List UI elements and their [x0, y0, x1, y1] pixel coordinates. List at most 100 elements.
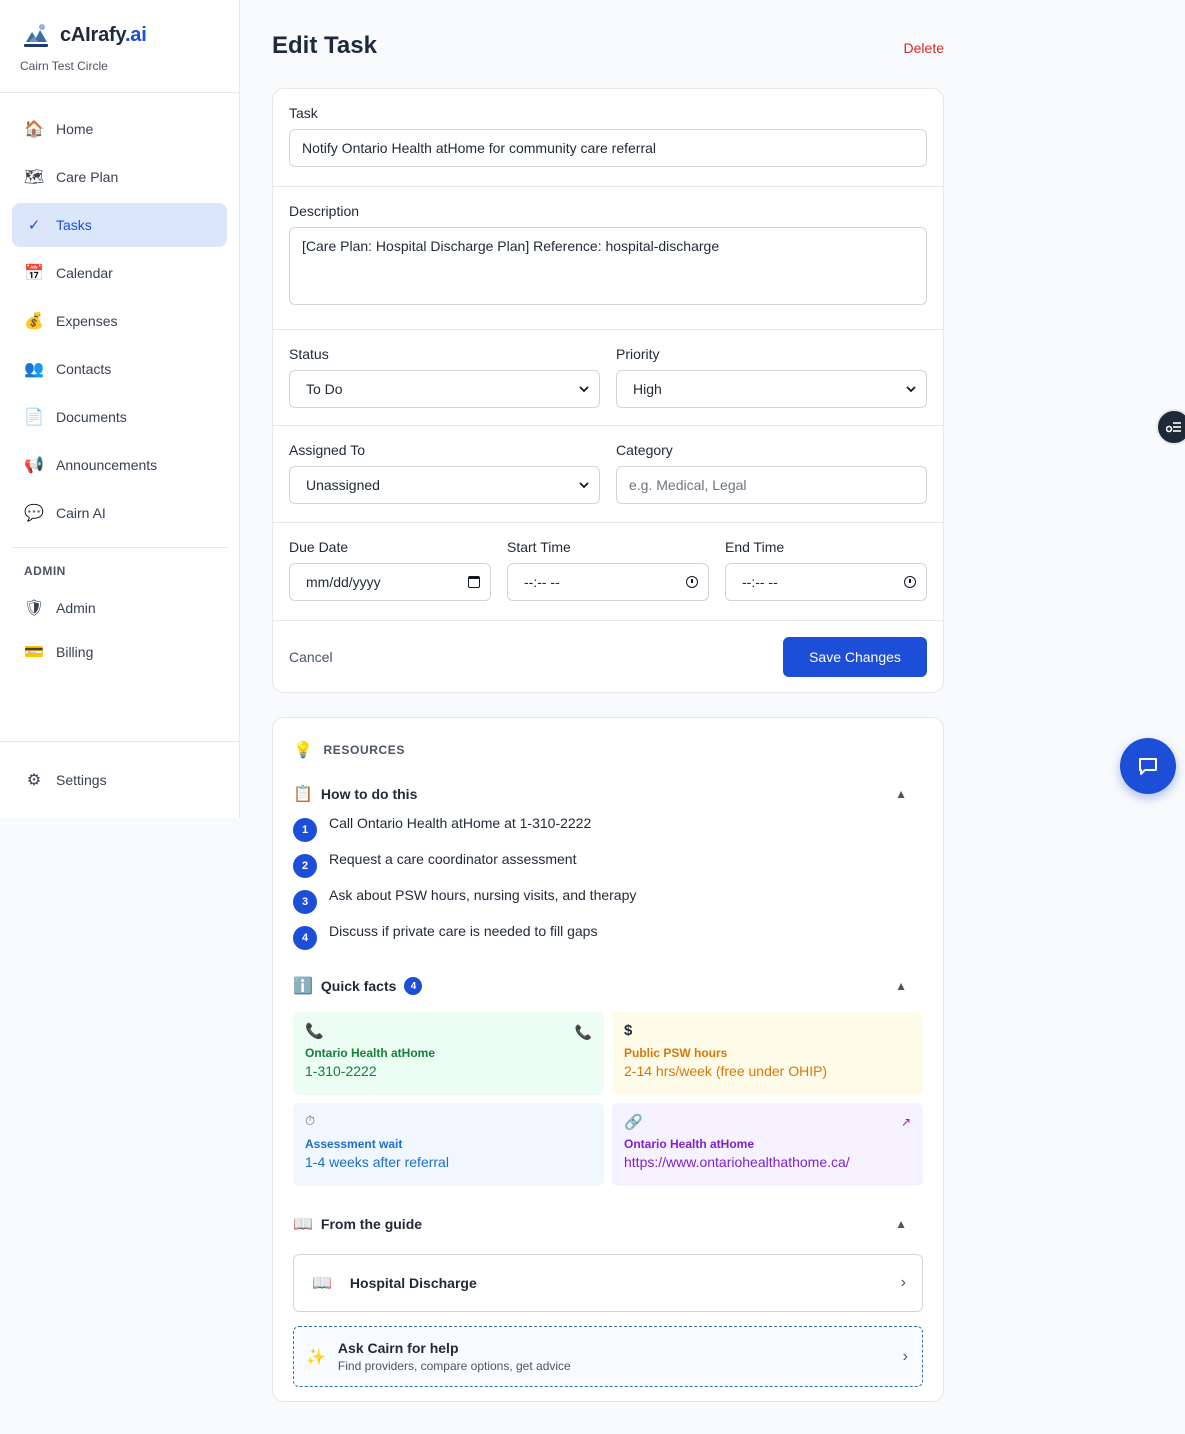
clock-icon[interactable] [686, 576, 698, 588]
step-item: 3 Ask about PSW hours, nursing visits, a… [293, 887, 923, 914]
guide-header[interactable]: 📖 From the guide ▲ [293, 1214, 923, 1234]
step-number: 4 [293, 926, 317, 950]
due-date-input[interactable]: mm/dd/yyyy [289, 563, 491, 601]
status-select[interactable]: To Do [289, 370, 600, 408]
fact-card: ⏱ Assessment wait 1-4 weeks after referr… [293, 1103, 604, 1186]
date-time-row: Due Date mm/dd/yyyy Start Time --:-- -- … [273, 523, 943, 621]
sidebar-item-calendar[interactable]: 📅 Calendar [12, 251, 227, 295]
priority-label: Priority [616, 346, 660, 362]
step-item: 2 Request a care coordinator assessment [293, 851, 923, 878]
ask-cairn-button[interactable]: ✨ Ask Cairn for help Find providers, com… [293, 1326, 923, 1387]
sidebar-item-cairn-ai[interactable]: 💬 Cairn AI [12, 491, 227, 535]
sidebar-item-settings[interactable]: ⚙ Settings [12, 758, 227, 802]
lightbulb-icon: 💡 [293, 742, 314, 759]
sidebar-item-admin[interactable]: 🛡 Admin [12, 586, 227, 630]
end-time-input[interactable]: --:-- -- [725, 563, 927, 601]
fact-card: $ Public PSW hours 2-14 hrs/week (free u… [612, 1012, 923, 1095]
fact-card: 📞 📞 Ontario Health atHome 1-310-2222 [293, 1012, 604, 1095]
step-item: 1 Call Ontario Health atHome at 1-310-22… [293, 815, 923, 842]
chevron-right-icon: › [900, 1274, 906, 1291]
link-icon: 🔗 [624, 1114, 643, 1131]
calendar-icon: 📅 [24, 265, 44, 282]
check-icon: ✓ [27, 217, 41, 234]
assigned-select[interactable]: Unassigned [289, 466, 600, 504]
sidebar: cAIrafy.ai Cairn Test Circle 🏠 Home 🗺 Care… [0, 0, 240, 818]
quick-facts-header[interactable]: ℹ️ Quick facts 4 ▲ [293, 976, 923, 996]
phone-link[interactable]: 1-310-2222 [305, 1063, 592, 1079]
description-label: Description [289, 203, 360, 219]
admin-nav: 🛡 Admin 💳 Billing [0, 586, 239, 674]
save-changes-button[interactable]: Save Changes [783, 637, 927, 677]
collapse-caret-icon[interactable]: ▲ [895, 1217, 907, 1231]
sidebar-item-announcements[interactable]: 📢 Announcements [12, 443, 227, 487]
calendar-icon[interactable] [468, 576, 480, 588]
shield-icon: 🛡 [23, 600, 45, 617]
accessibility-toggle-button[interactable] [1156, 409, 1185, 445]
chevron-down-icon [579, 482, 589, 489]
step-item: 4 Discuss if private care is needed to f… [293, 923, 923, 950]
step-number: 2 [293, 854, 317, 878]
task-label: Task [289, 105, 318, 121]
category-input[interactable]: e.g. Medical, Legal [616, 466, 927, 504]
collapse-caret-icon[interactable]: ▲ [895, 787, 907, 801]
how-to-steps: 1 Call Ontario Health atHome at 1-310-22… [293, 815, 923, 950]
guide-item-hospital-discharge[interactable]: 📖 Hospital Discharge › [293, 1254, 923, 1312]
collapse-caret-icon[interactable]: ▲ [895, 979, 907, 993]
brand-header: cAIrafy.ai Cairn Test Circle [0, 0, 239, 93]
form-actions: Cancel Save Changes [273, 621, 943, 693]
description-section: Description [Care Plan: Hospital Dischar… [273, 187, 943, 330]
gear-icon: ⚙ [26, 772, 42, 789]
priority-select[interactable]: High [616, 370, 927, 408]
step-number: 1 [293, 818, 317, 842]
resources-header: 💡 RESOURCES [293, 742, 405, 759]
description-textarea[interactable]: [Care Plan: Hospital Discharge Plan] Ref… [289, 227, 927, 305]
sidebar-item-documents[interactable]: 📄 Documents [12, 395, 227, 439]
toggle-list-icon [1166, 422, 1181, 433]
status-priority-row: Status To Do Priority High [273, 330, 943, 426]
fact-card: 🔗 ↗ Ontario Health atHome https://www.on… [612, 1103, 923, 1186]
circle-name: Cairn Test Circle [20, 59, 108, 73]
main-nav: 🏠 Home 🗺 Care Plan ✓ Tasks 📅 Calendar 💰 Expen… [0, 93, 239, 535]
cancel-button[interactable]: Cancel [289, 649, 333, 665]
megaphone-icon: 📢 [24, 457, 44, 474]
money-bag-icon: 💰 [24, 313, 44, 330]
assigned-category-row: Assigned To Unassigned Category e.g. Med… [273, 426, 943, 523]
resources-panel: 💡 RESOURCES 📋 How to do this ▲ 1 Call On… [272, 717, 944, 1402]
chevron-down-icon [906, 386, 916, 393]
task-input[interactable]: Notify Ontario Health atHome for communi… [289, 129, 927, 167]
sidebar-item-billing[interactable]: 💳 Billing [12, 630, 227, 674]
how-to-header[interactable]: 📋 How to do this ▲ [293, 784, 923, 804]
website-link[interactable]: https://www.ontariohealthathome.ca/ [624, 1154, 911, 1170]
logo-icon [20, 20, 52, 50]
stopwatch-icon: ⏱ [305, 1113, 316, 1128]
sidebar-item-care-plan[interactable]: 🗺 Care Plan [12, 155, 227, 199]
info-icon: ℹ️ [293, 978, 313, 995]
book-icon: 📖 [312, 1275, 332, 1292]
sidebar-item-tasks[interactable]: ✓ Tasks [12, 203, 227, 247]
chat-button[interactable] [1120, 738, 1176, 794]
assigned-label: Assigned To [289, 442, 366, 458]
chat-bubble-icon [1139, 758, 1157, 775]
delete-button[interactable]: Delete [904, 40, 944, 56]
external-link-icon[interactable]: ↗ [901, 1115, 911, 1129]
credit-card-icon: 💳 [24, 644, 44, 661]
page-title: Edit Task [272, 32, 377, 59]
clock-icon[interactable] [904, 576, 916, 588]
speech-bubble-icon: 💬 [24, 505, 44, 522]
map-icon: 🗺 [23, 169, 45, 186]
phone-call-icon[interactable]: 📞 [575, 1024, 592, 1041]
start-time-input[interactable]: --:-- -- [507, 563, 709, 601]
category-label: Category [616, 442, 673, 458]
dollar-icon: $ [624, 1022, 633, 1039]
admin-section-label: ADMIN [24, 564, 66, 578]
sidebar-item-home[interactable]: 🏠 Home [12, 107, 227, 151]
clipboard-icon: 📋 [293, 786, 313, 803]
quick-facts-grid: 📞 📞 Ontario Health atHome 1-310-2222 $ P… [293, 1012, 923, 1186]
chevron-down-icon [579, 386, 589, 393]
facts-count-badge: 4 [404, 977, 423, 995]
house-icon: 🏠 [24, 121, 44, 138]
sidebar-item-expenses[interactable]: 💰 Expenses [12, 299, 227, 343]
brand-name: cAIrafy.ai [60, 23, 147, 46]
sidebar-item-contacts[interactable]: 👥 Contacts [12, 347, 227, 391]
document-icon: 📄 [24, 409, 44, 426]
